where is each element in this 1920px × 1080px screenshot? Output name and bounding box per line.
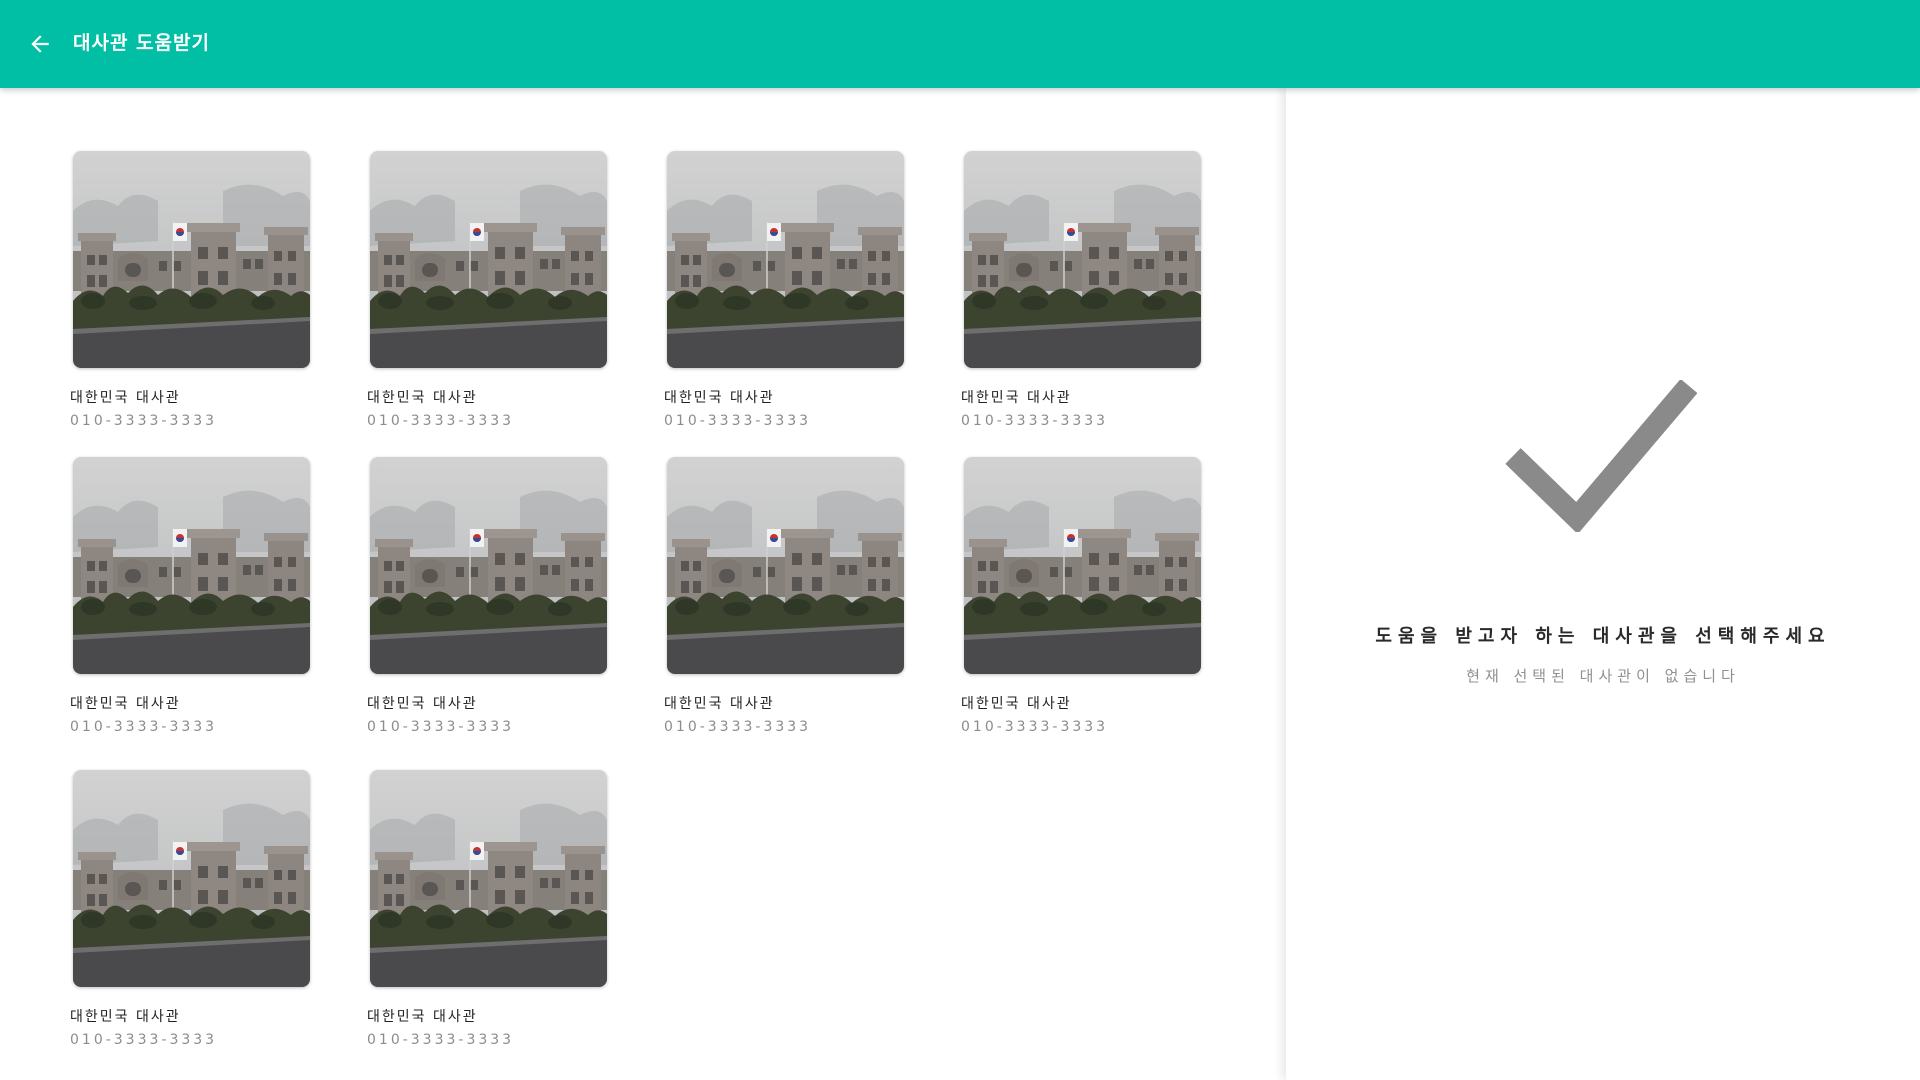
app-bar: 대사관 도움받기 bbox=[0, 0, 1920, 88]
embassy-building-photo bbox=[370, 770, 607, 987]
embassy-building-photo bbox=[73, 770, 310, 987]
embassy-card[interactable]: 대한민국 대사관 010-3333-3333 bbox=[664, 151, 914, 451]
embassy-phone: 010-3333-3333 bbox=[961, 719, 1109, 735]
embassy-phone: 010-3333-3333 bbox=[367, 719, 515, 735]
embassy-phone: 010-3333-3333 bbox=[664, 413, 812, 429]
embassy-card[interactable]: 대한민국 대사관 010-3333-3333 bbox=[961, 457, 1211, 757]
embassy-name: 대한민국 대사관 bbox=[70, 696, 181, 712]
embassy-building-photo bbox=[667, 151, 904, 368]
arrow-left-icon bbox=[31, 35, 49, 53]
embassy-phone: 010-3333-3333 bbox=[664, 719, 812, 735]
empty-state-title: 도움을 받고자 하는 대사관을 선택해주세요 bbox=[1375, 626, 1831, 647]
embassy-name: 대한민국 대사관 bbox=[70, 1009, 181, 1025]
embassy-grid: 대한민국 대사관 010-3333-3333 대한민국 대사관 010-3333… bbox=[0, 88, 1286, 1080]
embassy-building-photo bbox=[370, 457, 607, 674]
embassy-building-photo bbox=[964, 151, 1201, 368]
embassy-name: 대한민국 대사관 bbox=[664, 696, 775, 712]
embassy-building-photo bbox=[73, 151, 310, 368]
embassy-phone: 010-3333-3333 bbox=[367, 413, 515, 429]
embassy-name: 대한민국 대사관 bbox=[961, 696, 1072, 712]
embassy-phone: 010-3333-3333 bbox=[70, 413, 218, 429]
embassy-building-photo bbox=[73, 457, 310, 674]
embassy-name: 대한민국 대사관 bbox=[70, 390, 181, 406]
embassy-name: 대한민국 대사관 bbox=[367, 1009, 478, 1025]
embassy-card[interactable]: 대한민국 대사관 010-3333-3333 bbox=[961, 151, 1211, 451]
embassy-name: 대한민국 대사관 bbox=[367, 390, 478, 406]
page-title: 대사관 도움받기 bbox=[73, 32, 210, 54]
embassy-name: 대한민국 대사관 bbox=[367, 696, 478, 712]
embassy-card[interactable]: 대한민국 대사관 010-3333-3333 bbox=[367, 457, 617, 757]
embassy-phone: 010-3333-3333 bbox=[961, 413, 1109, 429]
embassy-card[interactable]: 대한민국 대사관 010-3333-3333 bbox=[70, 457, 320, 757]
detail-panel: 도움을 받고자 하는 대사관을 선택해주세요 현재 선택된 대사관이 없습니다 bbox=[1286, 88, 1920, 1080]
embassy-phone: 010-3333-3333 bbox=[70, 719, 218, 735]
embassy-card[interactable]: 대한민국 대사관 010-3333-3333 bbox=[664, 457, 914, 757]
embassy-name: 대한민국 대사관 bbox=[664, 390, 775, 406]
embassy-card[interactable]: 대한민국 대사관 010-3333-3333 bbox=[367, 770, 617, 1070]
embassy-building-photo bbox=[964, 457, 1201, 674]
embassy-card[interactable]: 대한민국 대사관 010-3333-3333 bbox=[367, 151, 617, 451]
embassy-card[interactable]: 대한민국 대사관 010-3333-3333 bbox=[70, 770, 320, 1070]
embassy-phone: 010-3333-3333 bbox=[367, 1032, 515, 1048]
embassy-building-photo bbox=[667, 457, 904, 674]
embassy-name: 대한민국 대사관 bbox=[961, 390, 1072, 406]
checkmark-icon bbox=[1505, 380, 1697, 532]
back-button[interactable] bbox=[20, 24, 60, 64]
embassy-building-photo bbox=[370, 151, 607, 368]
embassy-phone: 010-3333-3333 bbox=[70, 1032, 218, 1048]
empty-state-subtitle: 현재 선택된 대사관이 없습니다 bbox=[1466, 667, 1740, 685]
embassy-card[interactable]: 대한민국 대사관 010-3333-3333 bbox=[70, 151, 320, 451]
